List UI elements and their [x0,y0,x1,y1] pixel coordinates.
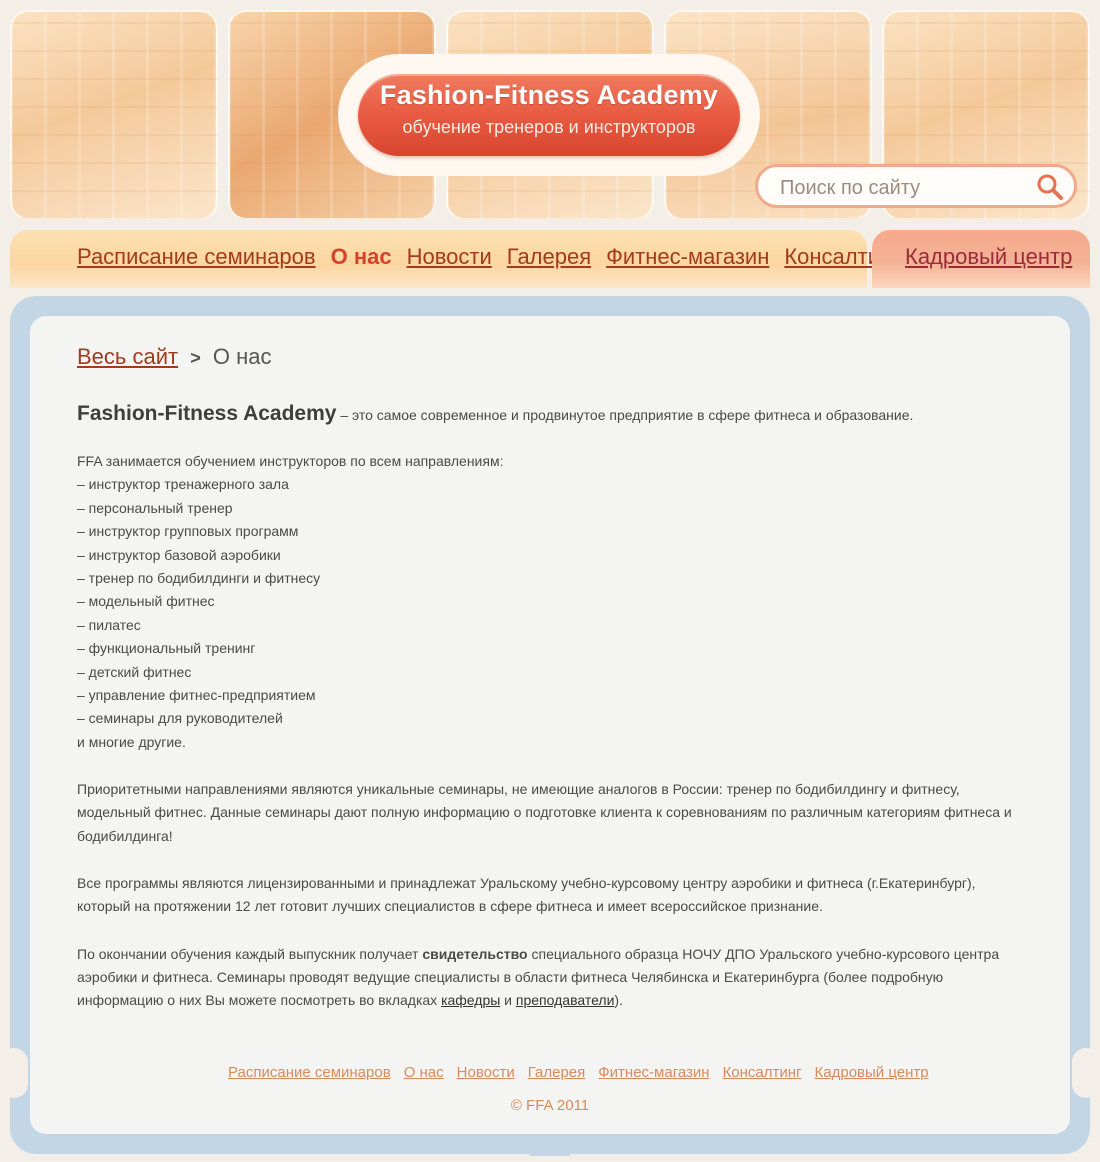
footer-link-6[interactable]: Кадровый центр [815,1064,929,1081]
footer-link-4[interactable]: Фитнес-магазин [598,1064,709,1081]
list-item: – управление фитнес-предприятием [77,686,316,703]
search-icon[interactable] [1036,173,1064,201]
list-item: – тренер по бодибилдинги и фитнесу [77,569,321,586]
graduation-paragraph: По окончании обучения каждый выпускник п… [77,943,1027,1013]
nav-hr-center-label[interactable]: Кадровый центр [905,244,1072,270]
breadcrumb-current: О нас [212,344,272,369]
directions-tail: и многие другие. [77,733,186,750]
intro-text: – это самое современное и продвинутое пр… [336,407,914,423]
footer-link-0[interactable]: Расписание семинаров [228,1064,391,1081]
list-item: – персональный тренер [77,499,233,516]
main-nav-items: Расписание семинаров О нас Новости Галерея Ф… [77,244,915,270]
breadcrumb-separator: > [190,348,201,368]
directions-block: FFA занимается обучением инструкторов по… [77,450,1027,754]
search-box [755,164,1077,208]
list-item: – функциональный тренинг [77,640,256,657]
main-nav: Расписание семинаров О нас Новости Галерея Ф… [10,230,900,288]
footer-nav: Расписание семинаров О нас Новости Галерея Ф… [228,1064,942,1081]
nav-item-1[interactable]: О нас [331,244,392,270]
priority-paragraph: Приоритетными направлениями являются уни… [77,781,1012,844]
footer-link-5[interactable]: Консалтинг [723,1064,802,1081]
teachers-link[interactable]: преподаватели [516,992,615,1008]
site-logo[interactable]: Fashion-Fitness Academy обучение тренеро… [358,74,740,156]
breadcrumb-root-link[interactable]: Весь сайт [77,344,178,369]
departments-link[interactable]: кафедры [441,992,500,1008]
graduation-text-3: и [500,992,516,1009]
frame-notch-left [0,1048,28,1098]
nav-item-0[interactable]: Расписание семинаров [77,244,316,270]
frame-notch-right [1072,1048,1100,1098]
list-item: – инструктор тренажерного зала [77,476,289,493]
nav-item-3[interactable]: Галерея [507,244,591,270]
list-item: – детский фитнес [77,663,192,680]
intro-brand: Fashion-Fitness Academy [77,402,337,425]
list-item: – модельный фитнес [77,593,215,610]
graduation-text-4: ). [614,992,623,1009]
copyright: © FFA 2011 [510,1097,590,1114]
directions-list: – инструктор тренажерного зала – персонал… [77,473,1027,730]
intro-line: Fashion-Fitness Academy – это самое совр… [77,402,1027,426]
list-item: – инструктор базовой аэробики [77,546,281,563]
footer-link-3[interactable]: Галерея [528,1064,586,1081]
nav-item-4[interactable]: Фитнес-магазин [606,244,769,270]
list-item: – семинары для руководителей [77,710,283,727]
logo-title: Fashion-Fitness Academy [379,80,719,110]
graduation-text-1: По окончании обучения каждый выпускник п… [77,945,423,962]
search-input[interactable] [778,174,1032,202]
licensing-paragraph: Все программы являются лицензированными … [77,874,976,915]
directions-heading: FFA занимается обучением инструкторов по… [77,453,504,469]
footer-link-1[interactable]: О нас [404,1064,444,1081]
certificate-label: свидетельство [422,945,528,962]
breadcrumb: Весь сайт > О нас [77,344,1027,370]
list-item: – инструктор групповых программ [77,523,299,540]
nav-hr-center[interactable]: Кадровый центр [872,230,1090,288]
footer-link-2[interactable]: Новости [457,1064,515,1081]
list-item: – пилатес [77,616,141,633]
nav-item-2[interactable]: Новости [407,244,492,270]
logo-subtitle: обучение тренеров и инструкторов [402,117,696,137]
header-photo-1 [10,10,218,220]
page-content: Весь сайт > О нас Fashion-Fitness Academ… [77,340,1027,1012]
